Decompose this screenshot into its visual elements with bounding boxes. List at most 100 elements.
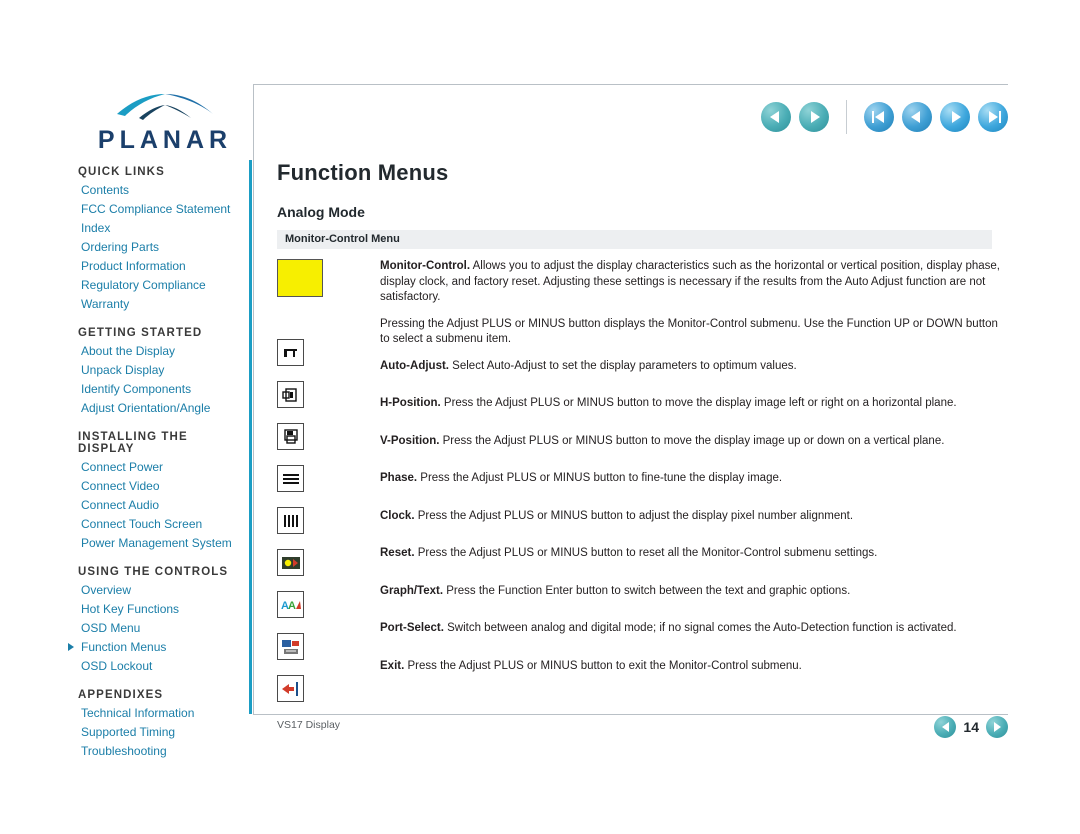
sidebar-group-title-using-the-controls: USING THE CONTROLS <box>78 566 229 578</box>
active-item-marker-icon <box>68 643 74 651</box>
v-position-icon <box>277 423 304 450</box>
paragraph-lead: Monitor-Control. <box>380 260 471 272</box>
paragraph-lead: H-Position. <box>380 397 441 409</box>
sidebar-item-connect-touch-screen[interactable]: Connect Touch Screen <box>78 515 246 534</box>
sidebar-item-troubleshooting[interactable]: Troubleshooting <box>78 742 246 761</box>
brand-name: PLANAR <box>97 126 233 154</box>
paragraph-text: Switch between analog and digital mode; … <box>443 622 957 634</box>
paragraph-text: Press the Adjust PLUS or MINUS button to… <box>440 397 957 409</box>
header-nav-icons <box>761 100 1008 134</box>
sidebar-item-osd-menu[interactable]: OSD Menu <box>78 619 246 638</box>
icon-slot-exit <box>277 675 333 717</box>
paragraph-text: Press the Adjust PLUS or MINUS button to… <box>404 659 802 672</box>
sidebar-item-contents[interactable]: Contents <box>78 181 246 200</box>
sidebar-item-warranty[interactable]: Warranty <box>78 295 246 314</box>
sidebar-group-title-quick-links: QUICK LINKS <box>78 166 165 178</box>
brand-logo[interactable]: PLANAR <box>78 92 248 155</box>
sidebar-group-title-getting-started: GETTING STARTED <box>78 327 203 339</box>
paragraph-graph-text: Graph/Text. Press the Function Enter but… <box>380 584 1000 600</box>
sidebar-divider-line <box>253 84 254 714</box>
paragraph-lead: V-Position. <box>380 434 440 447</box>
icon-slot-v-position <box>277 423 333 465</box>
paragraph-text: Pressing the Adjust PLUS or MINUS button… <box>380 317 998 346</box>
footer-divider-line <box>253 714 1008 715</box>
sidebar-item-fcc-compliance-statement[interactable]: FCC Compliance Statement <box>78 200 246 219</box>
paragraph-exit: Exit. Press the Adjust PLUS or MINUS but… <box>380 659 1000 675</box>
prev-view-icon[interactable] <box>761 102 791 132</box>
document-page: PLANAR QUICK LINKS Contents FCC Complian… <box>0 0 1080 834</box>
planar-swoosh-logo-icon <box>103 92 223 124</box>
osd-description-column: Monitor-Control. Allows you to adjust th… <box>380 259 1000 674</box>
paragraph-text: Press the Adjust PLUS or MINUS button to… <box>414 509 854 522</box>
graph-text-icon: A A <box>277 591 304 618</box>
sidebar-item-product-information[interactable]: Product Information <box>78 257 246 276</box>
first-page-icon[interactable] <box>864 102 894 132</box>
sidebar-item-supported-timing[interactable]: Supported Timing <box>78 723 246 742</box>
sidebar-item-function-menus[interactable]: Function Menus <box>68 638 246 657</box>
sidebar-item-label: Function Menus <box>81 640 167 654</box>
paragraph-lead: Phase. <box>380 472 418 484</box>
sidebar-item-connect-power[interactable]: Connect Power <box>78 458 246 477</box>
exit-icon <box>277 675 304 702</box>
next-view-icon[interactable] <box>799 102 829 132</box>
sidebar-item-overview[interactable]: Overview <box>78 581 246 600</box>
paragraph-clock: Clock. Press the Adjust PLUS or MINUS bu… <box>380 509 1000 525</box>
icon-slot-reset <box>277 549 333 591</box>
sidebar-group-title-installing-the-display: INSTALLING THE DISPLAY <box>78 431 188 455</box>
paragraph-h-position: H-Position. Press the Adjust PLUS or MIN… <box>380 396 1000 412</box>
menu-band-label: Monitor-Control Menu <box>277 230 992 249</box>
sidebar-item-index[interactable]: Index <box>78 219 246 238</box>
sidebar-item-identify-components[interactable]: Identify Components <box>78 380 246 399</box>
paragraph-lead: Graph/Text. <box>380 584 444 597</box>
section-subtitle: Analog Mode <box>277 204 365 220</box>
page-title: Function Menus <box>277 160 449 185</box>
paragraph-lead: Exit. <box>380 659 405 672</box>
paragraph-port-select: Port-Select. Switch between analog and d… <box>380 621 1000 637</box>
sidebar-accent-line <box>249 160 252 714</box>
sidebar-item-hot-key-functions[interactable]: Hot Key Functions <box>78 600 246 619</box>
next-page-icon[interactable] <box>940 102 970 132</box>
paragraph-text: Allows you to adjust the display charact… <box>380 260 1000 303</box>
auto-adjust-icon <box>277 339 304 366</box>
sidebar-item-regulatory-compliance[interactable]: Regulatory Compliance <box>78 276 246 295</box>
icon-slot-h-position <box>277 381 333 423</box>
sidebar-item-connect-video[interactable]: Connect Video <box>78 477 246 496</box>
previous-page-icon[interactable] <box>902 102 932 132</box>
sidebar-item-adjust-orientation-angle[interactable]: Adjust Orientation/Angle <box>78 399 246 418</box>
footer-next-page-icon[interactable] <box>986 716 1008 738</box>
sidebar-item-about-the-display[interactable]: About the Display <box>78 342 246 361</box>
paragraph-text: Press the Function Enter button to switc… <box>443 584 851 597</box>
footer-previous-page-icon[interactable] <box>934 716 957 738</box>
icon-slot-monitor-control <box>277 259 333 321</box>
paragraph-lead: Auto-Adjust. <box>380 359 449 372</box>
sidebar-item-unpack-display[interactable]: Unpack Display <box>78 361 246 380</box>
svg-text:A: A <box>288 600 296 612</box>
paragraph-reset: Reset. Press the Adjust PLUS or MINUS bu… <box>380 546 1000 562</box>
page-header: PLANAR <box>78 84 1008 156</box>
sidebar-item-technical-information[interactable]: Technical Information <box>78 704 246 723</box>
h-position-icon <box>277 381 304 408</box>
paragraph-lead: Reset. <box>380 547 415 559</box>
sidebar-navigation: QUICK LINKS Contents FCC Compliance Stat… <box>68 166 246 761</box>
paragraph-lead: Clock. <box>380 509 415 522</box>
sidebar-item-power-management-system[interactable]: Power Management System <box>78 534 246 553</box>
sidebar-group-title-appendixes: APPENDIXES <box>78 689 164 701</box>
paragraph-monitor-control: Monitor-Control. Allows you to adjust th… <box>380 259 1000 306</box>
sidebar-item-ordering-parts[interactable]: Ordering Parts <box>78 238 246 257</box>
port-select-icon <box>277 633 304 660</box>
paragraph-v-position: V-Position. Press the Adjust PLUS or MIN… <box>380 434 1000 450</box>
icon-slot-clock <box>277 507 333 549</box>
sidebar-item-connect-audio[interactable]: Connect Audio <box>78 496 246 515</box>
last-page-icon[interactable] <box>978 102 1008 132</box>
paragraph-text: Select Auto-Adjust to set the display pa… <box>448 359 797 372</box>
reset-icon <box>277 549 304 576</box>
paragraph-lead: Port-Select. <box>380 622 444 634</box>
header-divider-line <box>253 84 1008 85</box>
paragraph-phase: Phase. Press the Adjust PLUS or MINUS bu… <box>380 471 1000 487</box>
paragraph-text: Press the Adjust PLUS or MINUS button to… <box>414 547 878 559</box>
sidebar-item-osd-lockout[interactable]: OSD Lockout <box>78 657 246 676</box>
page-number: 14 <box>963 719 979 735</box>
document-label: VS17 Display <box>277 719 341 731</box>
icon-slot-auto-adjust <box>277 339 333 381</box>
paragraph-pressing: Pressing the Adjust PLUS or MINUS button… <box>380 317 1000 348</box>
